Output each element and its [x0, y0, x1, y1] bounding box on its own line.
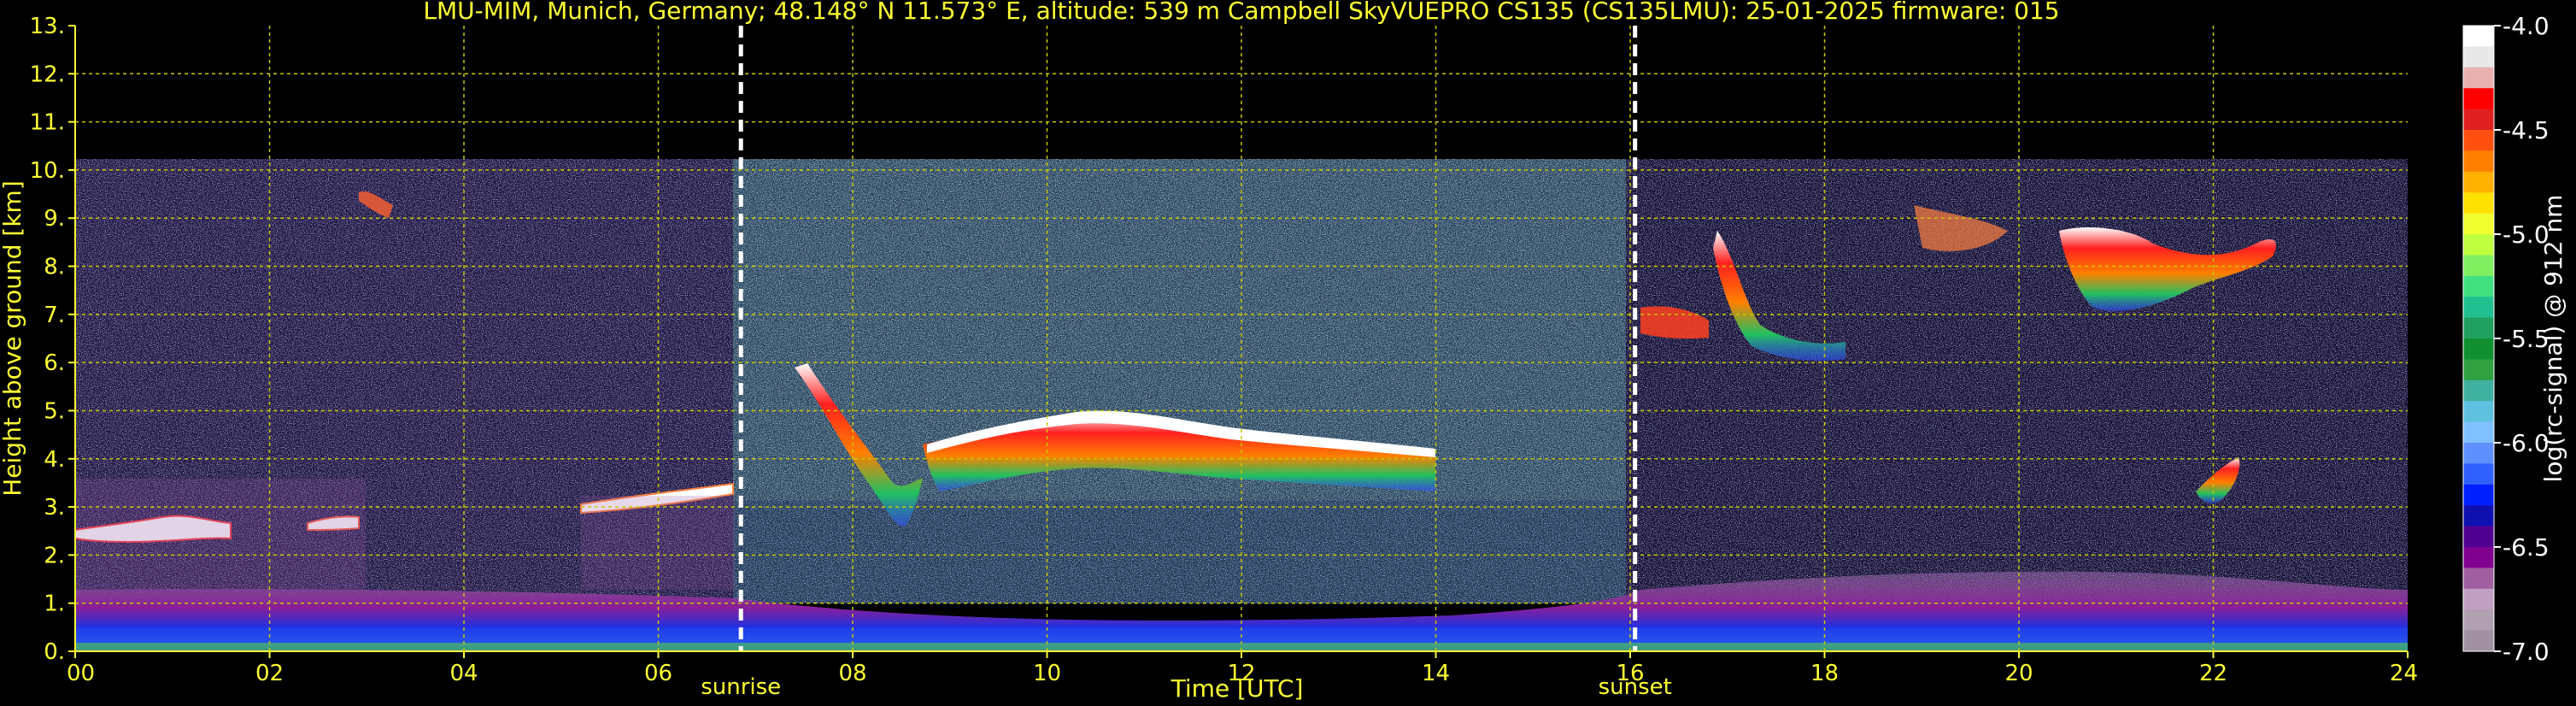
x-tick-label: 22 — [2199, 661, 2227, 686]
y-tick-label: 10. — [30, 158, 65, 184]
y-tick-label: 8. — [44, 255, 65, 280]
y-tick-label: 0. — [44, 639, 65, 665]
colorbar-segment — [2463, 317, 2494, 339]
colorbar-segment — [2463, 505, 2494, 527]
y-tick-label: 9. — [44, 206, 65, 232]
colorbar-segment — [2463, 338, 2494, 360]
colorbar-segment — [2463, 379, 2494, 402]
colorbar-segment — [2463, 130, 2494, 151]
colorbar-tick-label: -4.5 — [2503, 116, 2550, 144]
colorbar-segment — [2463, 150, 2494, 173]
colorbar-segment — [2463, 568, 2494, 590]
y-tick-label: 6. — [44, 350, 65, 376]
colorbar — [2462, 25, 2495, 652]
colorbar-segment — [2463, 630, 2494, 652]
colorbar-segment — [2463, 171, 2494, 193]
colorbar-tick-label: -7.0 — [2503, 638, 2550, 666]
colorbar-segment — [2463, 609, 2494, 632]
colorbar-segment — [2463, 67, 2494, 89]
colorbar-segment — [2463, 588, 2494, 610]
colorbar-segment — [2463, 88, 2494, 110]
colorbar-segment — [2463, 526, 2494, 548]
precip-streaks — [75, 479, 366, 590]
x-tick-label: 20 — [2004, 661, 2033, 686]
y-tick-label: 2. — [44, 543, 65, 568]
x-tick-label: 00 — [67, 661, 95, 686]
colorbar-segment — [2463, 234, 2494, 256]
colorbar-segment — [2463, 463, 2494, 485]
colorbar-segment — [2463, 484, 2494, 506]
x-tick-label: 14 — [1422, 661, 1450, 686]
plot-area — [75, 26, 2408, 651]
colorbar-segment — [2463, 46, 2494, 68]
colorbar-tick-label: -4.0 — [2503, 12, 2550, 40]
colorbar-segment — [2463, 421, 2494, 444]
y-tick-label: 11. — [30, 110, 65, 136]
x-tick-label: 02 — [255, 661, 284, 686]
y-ticks: 0. 1. 2. 3. 4. 5. 6. 7. 8. 9. 10. 11. 12. 13. — [30, 14, 75, 665]
colorbar-segment — [2463, 192, 2494, 215]
y-tick-label: 7. — [44, 303, 65, 328]
colorbar-segment — [2463, 275, 2494, 297]
colorbar-segment — [2463, 443, 2494, 464]
y-tick-label: 5. — [44, 398, 65, 424]
x-tick-label: 16 — [1616, 661, 1644, 686]
x-tick-label: 08 — [838, 661, 866, 686]
x-tick-label: 04 — [449, 661, 478, 686]
y-tick-label: 4. — [44, 447, 65, 473]
colorbar-segment — [2463, 213, 2494, 235]
colorbar-segment — [2463, 401, 2494, 423]
x-tick-label: 18 — [1810, 661, 1839, 686]
colorbar-tick-label: -6.5 — [2503, 533, 2550, 562]
x-tick-label: 24 — [2390, 661, 2418, 686]
colorbar-segment — [2463, 109, 2494, 131]
y-tick-label: 1. — [44, 591, 65, 617]
y-tick-label: 3. — [44, 495, 65, 521]
figure-title: LMU-MIM, Munich, Germany; 48.148° N 11.5… — [423, 0, 2059, 25]
colorbar-segment — [2463, 255, 2494, 277]
colorbar-segment — [2463, 297, 2494, 319]
colorbar-segment — [2463, 359, 2494, 381]
colorbar-segment — [2463, 26, 2494, 47]
y-tick-label: 12. — [30, 62, 65, 87]
colorbar-label: log(rc-signal) @ 912 nm — [2539, 195, 2567, 483]
x-tick-label: 10 — [1033, 661, 1061, 686]
x-axis-label: Time [UTC] — [1171, 674, 1304, 703]
colorbar-segment — [2463, 547, 2494, 568]
marker-label-sunrise: sunrise — [701, 674, 781, 700]
y-axis-label: Height above ground [km] — [0, 180, 26, 497]
y-tick-label: 13. — [30, 14, 65, 39]
ceilometer-figure: LMU-MIM, Munich, Germany; 48.148° N 11.5… — [0, 0, 2567, 703]
x-tick-label: 06 — [644, 661, 672, 686]
